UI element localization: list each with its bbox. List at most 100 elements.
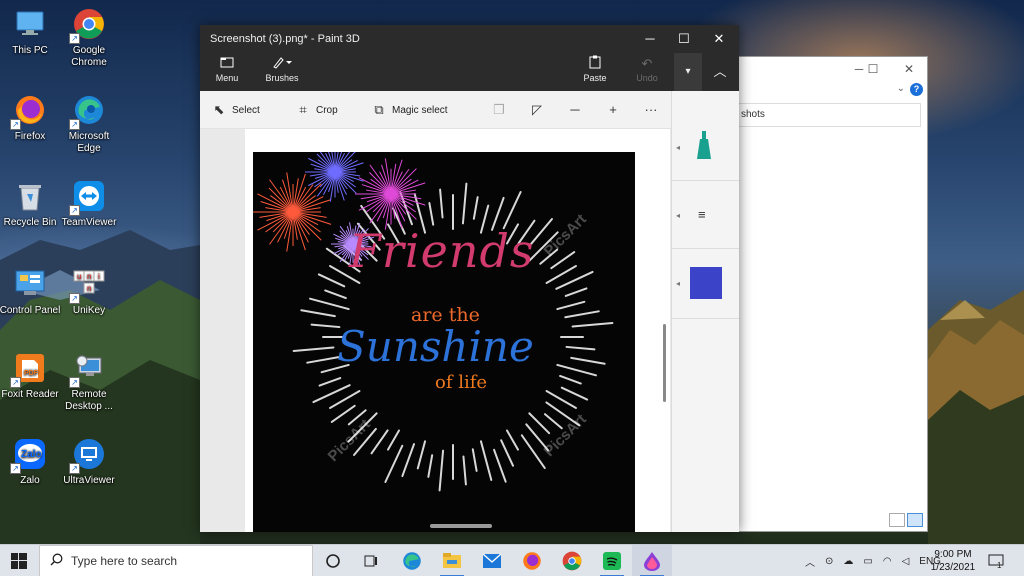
clock[interactable]: 9:00 PM 1/23/2021 [922,548,984,574]
burst-line [384,444,404,484]
canvas-image[interactable]: Friends are the Sunshine of life PicsArt… [253,152,635,532]
history-dropdown-button[interactable]: ▾ [674,53,702,91]
desktop-icon-label: This PC [12,45,48,56]
maximize-button[interactable]: ☐ [863,61,883,77]
file-explorer-window[interactable]: ─ ☐ ✕ ⌄ ? shots [738,56,928,532]
canvas-workarea[interactable]: Friends are the Sunshine of life PicsArt… [200,129,671,532]
desktop-icon-zalo[interactable]: Zalo ↗ Zalo [0,436,63,487]
chrome-icon [562,551,582,571]
desktop-icon-label: Google Chrome [71,45,107,68]
ultraviewer-icon: ↗ [69,436,107,474]
firework-ray [265,211,294,233]
desktop-icon-recycle-bin[interactable]: Recycle Bin [0,178,63,229]
brush-preview-cell[interactable]: ◂ [672,91,739,181]
burst-line [439,188,444,219]
desktop-icon-remote-desktop[interactable]: ↗ Remote Desktop ... [56,350,122,413]
vertical-scrollbar[interactable] [663,324,666,402]
ribbon: Menu Brushes Paste ↶ Undo ▾ ︿ [200,53,739,91]
maximize-button[interactable]: ☐ [666,25,702,53]
marker-icon [697,131,711,159]
burst-line [502,190,522,230]
collapse-ribbon-button[interactable]: ︿ [705,55,735,89]
windows-icon [11,553,27,569]
more-options-button[interactable]: ··· [644,102,658,117]
chevron-down-icon: ▾ [685,66,691,77]
paint-3d-window[interactable]: Screenshot (3).png* - Paint 3D ─ ☐ ✕ Men… [200,25,739,532]
taskbar-chrome[interactable] [552,545,592,576]
desktop-icon-foxit[interactable]: PDF ↗ Foxit Reader [0,350,63,401]
onedrive-icon[interactable]: ☁ [843,556,853,567]
horizontal-scrollbar[interactable] [430,524,492,528]
battery-icon[interactable]: ▭ [863,556,872,567]
desktop-icon-this-pc[interactable]: This PC [0,6,63,57]
volume-icon[interactable]: ◁ [902,556,910,567]
zoom-out-button[interactable]: ─ [568,102,582,117]
color-swatch[interactable] [690,267,722,299]
address-bar[interactable]: shots [739,103,921,127]
minimize-button[interactable]: ─ [632,25,668,53]
task-view-icon [364,555,377,567]
desktop-icon-unikey[interactable]: unin ↗ UniKey [56,266,122,317]
taskbar-file-explorer[interactable] [432,545,472,576]
action-icon[interactable]: ⊙ [825,556,833,567]
firework-ray [270,195,294,213]
taskbar-search-box[interactable]: Type here to search [39,545,313,576]
close-button[interactable]: ✕ [899,61,919,77]
burst-line [493,448,507,483]
shortcut-arrow-icon: ↗ [10,377,21,388]
show-hidden-icons-button[interactable]: ︿ [805,554,815,569]
details-view-button[interactable] [889,513,905,527]
burst-line [472,196,479,220]
burst-line [370,429,389,455]
burst-line [471,448,478,472]
desktop-icon-teamviewer[interactable]: ↗ TeamViewer [56,178,122,229]
wifi-icon[interactable]: ◠ [883,556,892,567]
taskbar-edge[interactable] [392,545,432,576]
copy-3d-button[interactable]: ❐ [492,102,506,118]
clock-date: 1/23/2021 [930,562,976,573]
color-cell[interactable]: ◂ [672,249,739,319]
task-view-button[interactable] [351,545,391,576]
right-side-panel: ◂ ◂ ≡ ◂ [671,91,739,532]
notification-center-button[interactable]: 1 [988,545,1010,576]
desktop-icon-label: UltraViewer [63,475,115,486]
make-sticker-button[interactable]: ◸ [530,102,544,118]
paint-3d-icon [644,552,660,571]
taskbar-paint-3d[interactable] [632,545,672,576]
cortana-button[interactable] [313,545,353,576]
clock-time: 9:00 PM [934,549,972,560]
paste-button[interactable]: Paste [580,55,610,83]
undo-button[interactable]: ↶ Undo [632,55,662,83]
svg-text:i: i [98,272,100,281]
sunshine-text: Sunshine [337,322,534,371]
close-button[interactable]: ✕ [701,25,737,53]
magic-select-button[interactable]: ⧉ Magic select [372,102,447,118]
desktop-icon-firefox[interactable]: ↗ Firefox [0,92,63,143]
desktop-icon-ultraviewer[interactable]: ↗ UltraViewer [56,436,122,487]
taskbar-firefox[interactable] [512,545,552,576]
notification-count: 1 [997,561,1002,570]
help-icon[interactable]: ? [910,83,923,96]
taskbar-mail[interactable] [472,545,512,576]
settings-cell[interactable]: ◂ ≡ [672,181,739,249]
spotify-icon [603,552,621,570]
chevron-down-icon[interactable]: ⌄ [897,83,905,94]
desktop-icon-control-panel[interactable]: Control Panel [0,266,63,317]
desktop-icon-edge[interactable]: ↗ Microsoft Edge [56,92,122,155]
cortana-icon [326,554,340,568]
shortcut-arrow-icon: ↗ [69,33,80,44]
brushes-button[interactable]: Brushes [262,55,302,83]
taskbar-spotify[interactable] [592,545,632,576]
firefox-icon: ↗ [10,92,48,130]
large-icons-view-button[interactable] [907,513,923,527]
chrome-icon: ↗ [69,6,107,44]
firework-ray [314,171,336,188]
select-tool-button[interactable]: ⬉ Select [212,102,260,118]
crop-tool-button[interactable]: ⌗ Crop [296,102,337,118]
explorer-titlebar: ─ ☐ ✕ [739,57,927,81]
zoom-in-button[interactable]: + [606,102,620,117]
start-button[interactable] [0,545,38,576]
menu-button[interactable]: Menu [212,55,242,83]
desktop-icon-chrome[interactable]: ↗ Google Chrome [56,6,122,69]
burst-line [292,346,335,352]
